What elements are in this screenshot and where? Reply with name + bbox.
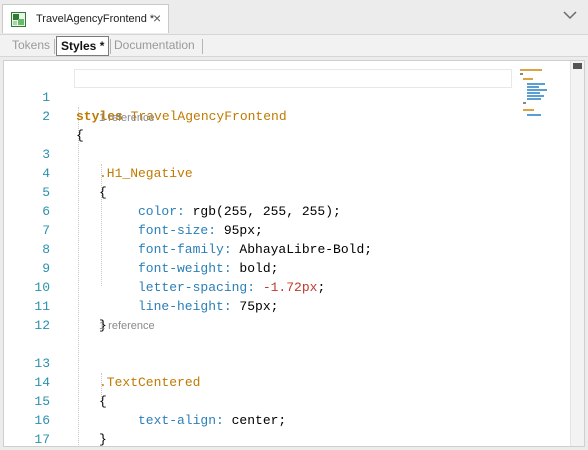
code-line: 10 line-height: 75px; (4, 259, 514, 314)
code-line: 5 color: rgb(255, 255, 255); (4, 164, 514, 219)
codelens-references[interactable]: 1 reference (99, 320, 155, 332)
code-line: 3 .H1_Negative (4, 126, 514, 181)
close-tab-button[interactable]: × (153, 9, 161, 27)
code-minimap[interactable] (520, 69, 570, 117)
line-number: 12 (34, 318, 50, 333)
code-editor[interactable]: 1 styles TravelAgencyFrontend 2 { 1 refe… (3, 60, 585, 447)
vertical-scrollbar[interactable] (570, 61, 584, 446)
code-line: 15 text-align: center; (4, 373, 514, 428)
code-line: 13 .TextCentered (4, 335, 514, 390)
code-line: 6 font-size: 95px; (4, 183, 514, 238)
code-line: 9 letter-spacing: -1.72px; (4, 240, 514, 295)
tab-divider (110, 39, 111, 54)
code-line: 1 styles TravelAgencyFrontend (4, 69, 514, 124)
style-object-icon (11, 12, 26, 27)
code-line: 12 (4, 297, 514, 333)
document-tab-strip: TravelAgencyFrontend * × (0, 0, 588, 34)
line-number: 2 (42, 109, 50, 124)
code-line: 2 { (4, 88, 514, 143)
tab-divider (54, 39, 55, 54)
scrollbar-thumb[interactable] (573, 63, 582, 69)
editor-subtabs: Tokens Styles * Documentation (0, 34, 588, 57)
code-line: 7 font-family: AbhayaLibre-Bold; (4, 202, 514, 257)
code-line: 16 } (4, 392, 514, 446)
codelens-references[interactable]: 1 reference (99, 112, 155, 124)
tab-styles[interactable]: Styles * (56, 36, 110, 56)
tab-documentation[interactable]: Documentation (114, 38, 195, 52)
document-tab[interactable]: TravelAgencyFrontend * × (2, 4, 169, 33)
document-tab-title: TravelAgencyFrontend * (36, 13, 155, 25)
tab-divider (202, 39, 203, 54)
code-line: 14 { (4, 354, 514, 409)
code-line: 4 { (4, 145, 514, 200)
chevron-down-icon[interactable] (562, 7, 578, 23)
code-line: 11 } (4, 278, 514, 333)
line-number: 17 (34, 432, 50, 447)
tab-tokens[interactable]: Tokens (12, 38, 50, 52)
code-line: 17 } (4, 411, 514, 446)
code-text: } (99, 432, 107, 447)
code-line: 8 font-weight: bold; (4, 221, 514, 276)
